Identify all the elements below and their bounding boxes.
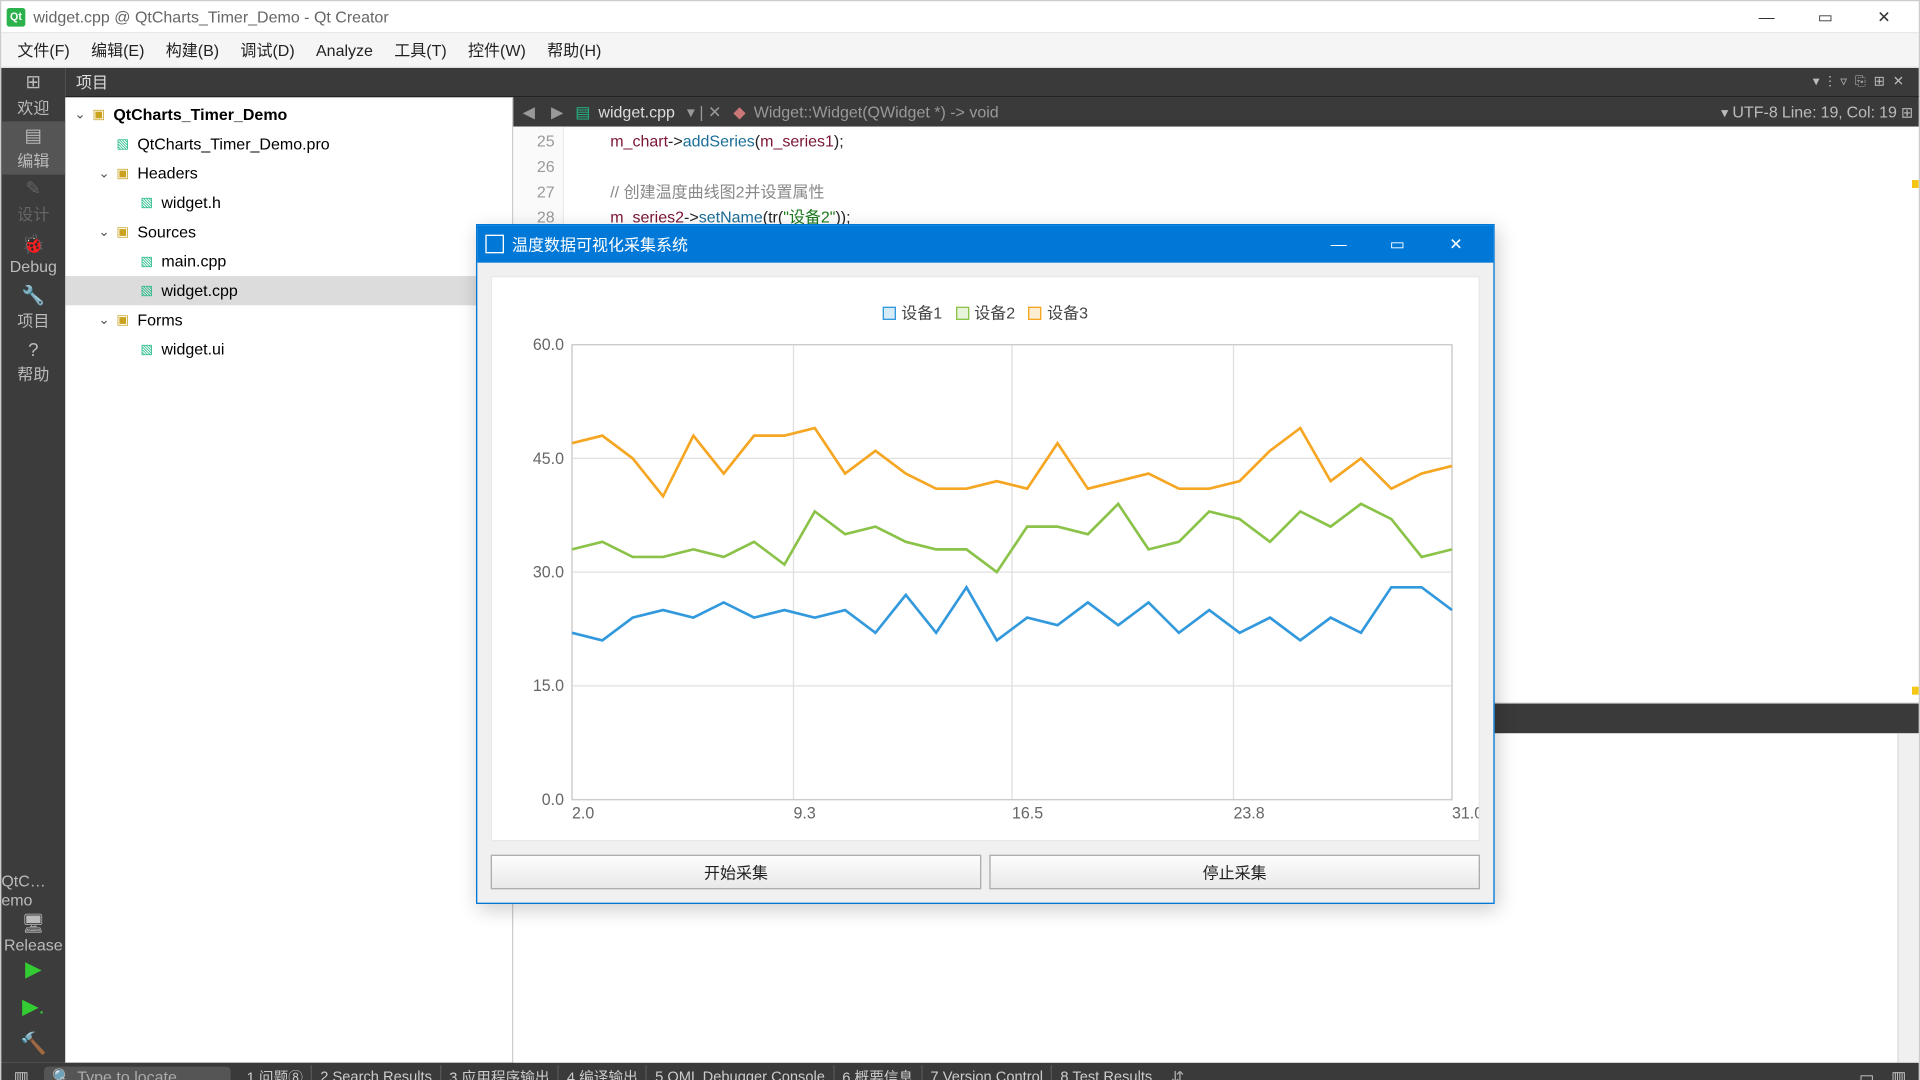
svg-text:30.0: 30.0 [533, 563, 564, 581]
locate-input[interactable]: 🔍 Type to locate ... [44, 1067, 231, 1080]
editor-status[interactable]: ▾ UTF-8 Line: 19, Col: 19 ⊞ [1721, 103, 1913, 122]
dialog-maximize-button[interactable]: ▭ [1368, 225, 1427, 262]
project-tree: ⌄▣QtCharts_Timer_Demo▧QtCharts_Timer_Dem… [65, 97, 513, 1062]
tree-Headers[interactable]: ⌄▣Headers [65, 159, 512, 188]
svg-text:16.5: 16.5 [1012, 804, 1043, 822]
tree-main.cpp[interactable]: ▧main.cpp [65, 247, 512, 276]
window-title: widget.cpp @ QtCharts_Timer_Demo - Qt Cr… [33, 7, 388, 26]
sidebar-item-design: ✎设计 [1, 175, 65, 228]
titlebar: Qt widget.cpp @ QtCharts_Timer_Demo - Qt… [1, 1, 1918, 33]
project-panel-header: 项目 ▾ ⋮ ▿ ⎘ ⊞ ✕ [65, 68, 1918, 97]
app-icon: Qt [7, 7, 26, 26]
sidebar-item-help[interactable]: ?帮助 [1, 335, 65, 388]
menu-构建(B)[interactable]: 构建(B) [155, 36, 230, 64]
app-window: Qt widget.cpp @ QtCharts_Timer_Demo - Qt… [0, 0, 1920, 1080]
editor-toolbar: ◀ ▶ ▤ widget.cpp ▾ | ✕ ◆ Widget::Widget(… [513, 97, 1918, 126]
tree-QtCharts_Timer_Demo[interactable]: ⌄▣QtCharts_Timer_Demo [65, 100, 512, 129]
chart-area: 设备1 设备2 设备3 2.0 9.3 16.5 23.8 31.0 0.0 15.0 30.0 4… [491, 276, 1480, 841]
dialog-icon [485, 235, 504, 254]
scrollbar[interactable] [1897, 733, 1918, 1062]
start-button[interactable]: 开始采集 [491, 855, 982, 890]
toggle-sidebar-icon[interactable]: ▥ [7, 1068, 36, 1080]
file-type-icon: ▤ [575, 103, 590, 122]
run-button[interactable]: ▶ [1, 951, 65, 988]
toggle-right-icon[interactable]: ▥ [1884, 1068, 1913, 1080]
stop-button[interactable]: 停止采集 [989, 855, 1480, 890]
link-icon[interactable]: ⎘ [1851, 75, 1870, 90]
legend-item: 设备1 [883, 301, 943, 324]
chart-dialog: 温度数据可视化采集系统 — ▭ ✕ 设备1 设备2 设备3 2.0 9.3 16.5 23… [476, 224, 1495, 904]
kit-selector[interactable]: QtC…emo🖥Release [1, 876, 65, 951]
menu-帮助(H)[interactable]: 帮助(H) [536, 36, 612, 64]
close-output-icon[interactable]: ▭ [1852, 1068, 1881, 1080]
svg-text:2.0: 2.0 [572, 804, 594, 822]
dialog-titlebar[interactable]: 温度数据可视化采集系统 — ▭ ✕ [477, 225, 1493, 262]
sidebar-item-welcome[interactable]: ⊞欢迎 [1, 68, 65, 121]
tree-Sources[interactable]: ⌄▣Sources [65, 217, 512, 246]
tree-widget.ui[interactable]: ▧widget.ui [65, 335, 512, 364]
sidebar-item-debug[interactable]: 🐞Debug [1, 228, 65, 281]
svg-text:15.0: 15.0 [533, 677, 564, 695]
svg-text:0.0: 0.0 [542, 791, 564, 809]
legend-item: 设备2 [956, 301, 1016, 324]
menu-Analyze[interactable]: Analyze [305, 38, 383, 62]
sidebar-item-projects[interactable]: 🔧项目 [1, 281, 65, 334]
svg-text:60.0: 60.0 [533, 336, 564, 354]
status-7 Version Control[interactable]: 7 Version Control [921, 1065, 1051, 1080]
dialog-close-button[interactable]: ✕ [1427, 225, 1486, 262]
close-button[interactable]: ✕ [1855, 2, 1914, 31]
menu-控件(W)[interactable]: 控件(W) [457, 36, 536, 64]
status-bar: ▥ 🔍 Type to locate ... 1 问题⑧2 Search Res… [1, 1063, 1918, 1080]
back-icon[interactable]: ◀ [519, 103, 539, 122]
svg-text:31.0: 31.0 [1452, 804, 1479, 822]
status-5 QML Debugger Console[interactable]: 5 QML Debugger Console [646, 1065, 833, 1080]
forward-icon[interactable]: ▶ [547, 103, 567, 122]
minimize-button[interactable]: — [1737, 2, 1796, 31]
menubar: 文件(F)编辑(E)构建(B)调试(D)Analyze工具(T)控件(W)帮助(… [1, 33, 1918, 68]
chart-legend: 设备1 设备2 设备3 [492, 301, 1479, 324]
build-button[interactable]: 🔨 [1, 1025, 65, 1062]
svg-text:9.3: 9.3 [794, 804, 816, 822]
close-panel-icon[interactable]: ✕ [1889, 75, 1908, 90]
status-6 概要信息[interactable]: 6 概要信息 [833, 1065, 921, 1080]
maximize-button[interactable]: ▭ [1796, 2, 1855, 31]
status-1 问题⑧[interactable]: 1 问题⑧ [239, 1065, 311, 1080]
tree-widget.cpp[interactable]: ▧widget.cpp [65, 276, 512, 305]
menu-文件(F)[interactable]: 文件(F) [7, 36, 81, 64]
chart-svg: 2.0 9.3 16.5 23.8 31.0 0.0 15.0 30.0 45.0 60.0 [492, 277, 1479, 840]
diamond-icon: ◆ [733, 103, 745, 122]
editor-filename[interactable]: widget.cpp [598, 103, 675, 122]
symbol-path[interactable]: Widget::Widget(QWidget *) -> void [754, 103, 999, 122]
tree-widget.h[interactable]: ▧widget.h [65, 188, 512, 217]
minimap-strip [1905, 127, 1918, 703]
menu-编辑(E)[interactable]: 编辑(E) [80, 36, 155, 64]
status-4 编译输出[interactable]: 4 编译输出 [558, 1065, 646, 1080]
menu-工具(T)[interactable]: 工具(T) [384, 36, 458, 64]
chevron-icon[interactable]: ⇵ [1163, 1068, 1192, 1080]
status-2 Search Results[interactable]: 2 Search Results [311, 1065, 440, 1080]
menu-调试(D)[interactable]: 调试(D) [230, 36, 306, 64]
dialog-title: 温度数据可视化采集系统 [512, 233, 688, 256]
dialog-minimize-button[interactable]: — [1309, 225, 1368, 262]
status-3 应用程序输出[interactable]: 3 应用程序输出 [440, 1065, 558, 1080]
project-panel-title: 项目 [76, 71, 108, 94]
run-debug-button[interactable]: ▶. [1, 988, 65, 1025]
tree-QtCharts_Timer_Demo.pro[interactable]: ▧QtCharts_Timer_Demo.pro [65, 129, 512, 158]
legend-item: 设备3 [1028, 301, 1088, 324]
split-icon[interactable]: ⊞ [1870, 75, 1889, 90]
mode-sidebar: ⊞欢迎▤编辑✎设计🐞Debug🔧项目?帮助 QtC…emo🖥Release▶▶.🔨 [1, 68, 65, 1063]
status-8 Test Results[interactable]: 8 Test Results [1051, 1065, 1160, 1080]
svg-text:23.8: 23.8 [1234, 804, 1265, 822]
svg-text:45.0: 45.0 [533, 450, 564, 468]
filter-icon[interactable]: ▾ ⋮ ▿ [1809, 75, 1851, 90]
tree-Forms[interactable]: ⌄▣Forms [65, 305, 512, 334]
sidebar-item-edit[interactable]: ▤编辑 [1, 121, 65, 174]
